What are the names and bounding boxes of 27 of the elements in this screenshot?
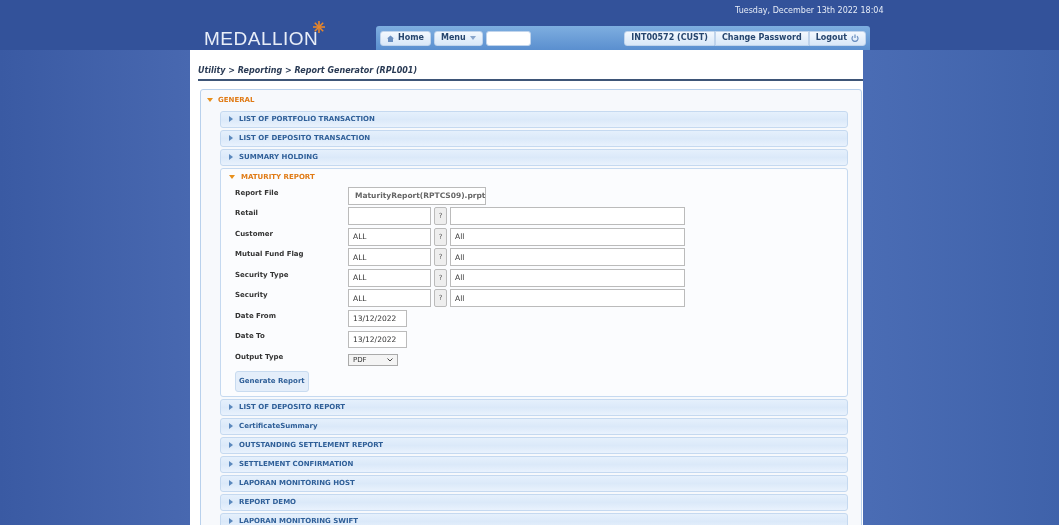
- expand-arrow-icon: [229, 404, 233, 410]
- expand-arrow-icon: [229, 442, 233, 448]
- date-time-text: Tuesday, December 13th 2022 18:04: [735, 5, 884, 17]
- breadcrumb-text: Utility > Reporting > Report Generator (RPL001): [198, 65, 863, 81]
- collapse-arrow-icon: [207, 98, 213, 103]
- expand-arrow-icon: [229, 135, 233, 141]
- nav-link-button[interactable]: INT00572 (CUST): [624, 30, 715, 46]
- sun-logo-icon: [312, 20, 326, 34]
- expand-arrow-icon: [229, 116, 233, 122]
- logout-button[interactable]: Logout: [808, 30, 866, 46]
- collapse-arrow-icon: [229, 175, 235, 179]
- home-button[interactable]: Home: [380, 30, 431, 46]
- nav-link-button[interactable]: Change Password: [714, 30, 809, 46]
- expand-arrow-icon: [229, 154, 233, 160]
- expand-arrow-icon: [229, 518, 233, 524]
- menu-button[interactable]: Menu: [433, 30, 483, 46]
- chevron-icon: [387, 357, 393, 362]
- expand-arrow-icon: [229, 461, 233, 467]
- home-icon: [387, 34, 394, 42]
- expand-arrow-icon: [229, 480, 233, 486]
- expand-arrow-icon: [229, 423, 233, 429]
- input-field[interactable]: [348, 207, 431, 226]
- power-icon: [851, 34, 859, 42]
- expand-arrow-icon: [229, 499, 233, 505]
- caret-icon: [469, 36, 476, 40]
- search-field[interactable]: [485, 30, 531, 46]
- logo-text: MEDALLION: [204, 29, 319, 48]
